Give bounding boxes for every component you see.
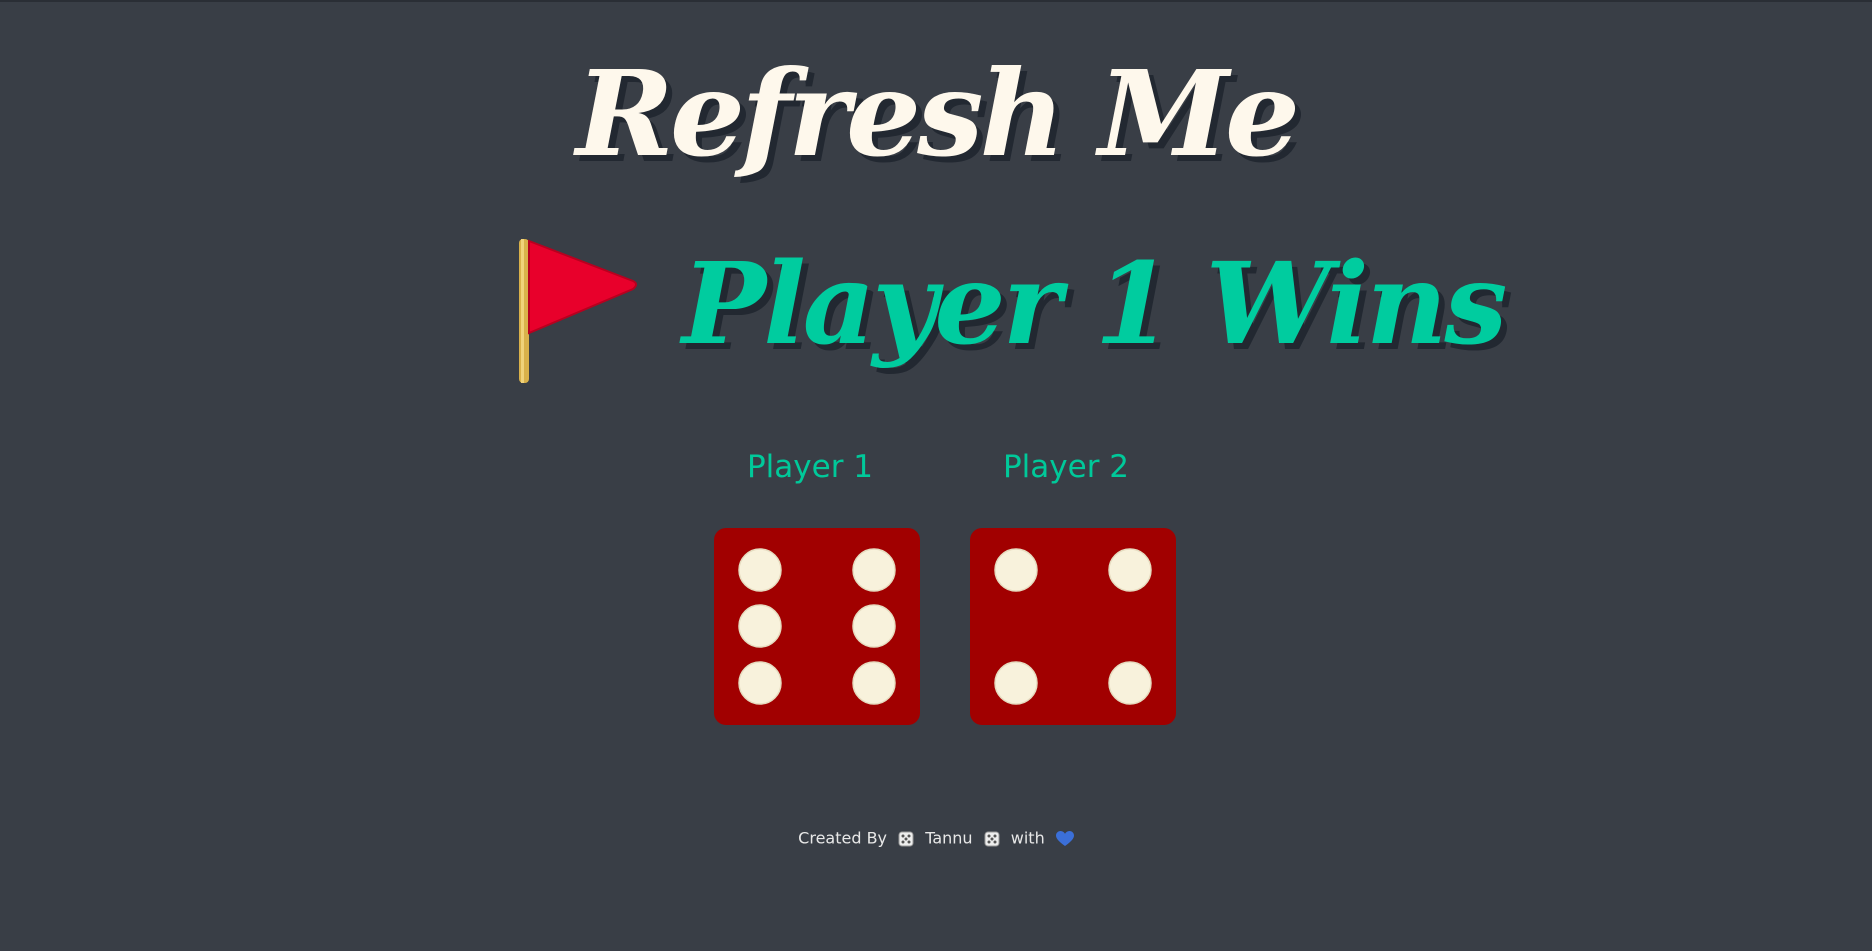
player-1-name: Player 1	[746, 449, 874, 485]
player-1-die	[714, 528, 920, 725]
die-icon	[898, 831, 914, 846]
die-pip	[994, 661, 1038, 705]
result-text: Player 1 Wins	[682, 239, 1507, 370]
page-title[interactable]: Refresh Me	[0, 44, 1872, 184]
footer-credit: Created By Tannu with	[0, 822, 1872, 855]
blue-heart-icon	[1055, 830, 1074, 846]
players-area: Player 1 Player 2	[0, 442, 1872, 742]
die-pip	[852, 548, 896, 592]
die-pip	[738, 661, 782, 705]
footer-author: Tannu	[925, 828, 973, 848]
player-2-panel: Player 2	[956, 442, 1176, 725]
die-pip	[852, 661, 896, 705]
die-pip	[1108, 661, 1152, 705]
die-pip	[738, 604, 782, 648]
red-flag-icon	[519, 239, 637, 383]
player-1-panel: Player 1	[700, 442, 920, 725]
die-pip	[852, 604, 896, 648]
die-icon	[984, 831, 1000, 846]
player-2-die	[970, 528, 1176, 725]
result-banner: Player 1 Wins	[0, 227, 1872, 387]
die-pip	[994, 548, 1038, 592]
die-pip	[738, 548, 782, 592]
footer-prefix: Created By	[798, 828, 888, 848]
footer-suffix: with	[1010, 828, 1045, 848]
game-page: Refresh Me Player 1 Wins Player 1 Player…	[0, 0, 1872, 951]
die-pip	[1108, 548, 1152, 592]
player-2-name: Player 2	[1002, 449, 1130, 485]
